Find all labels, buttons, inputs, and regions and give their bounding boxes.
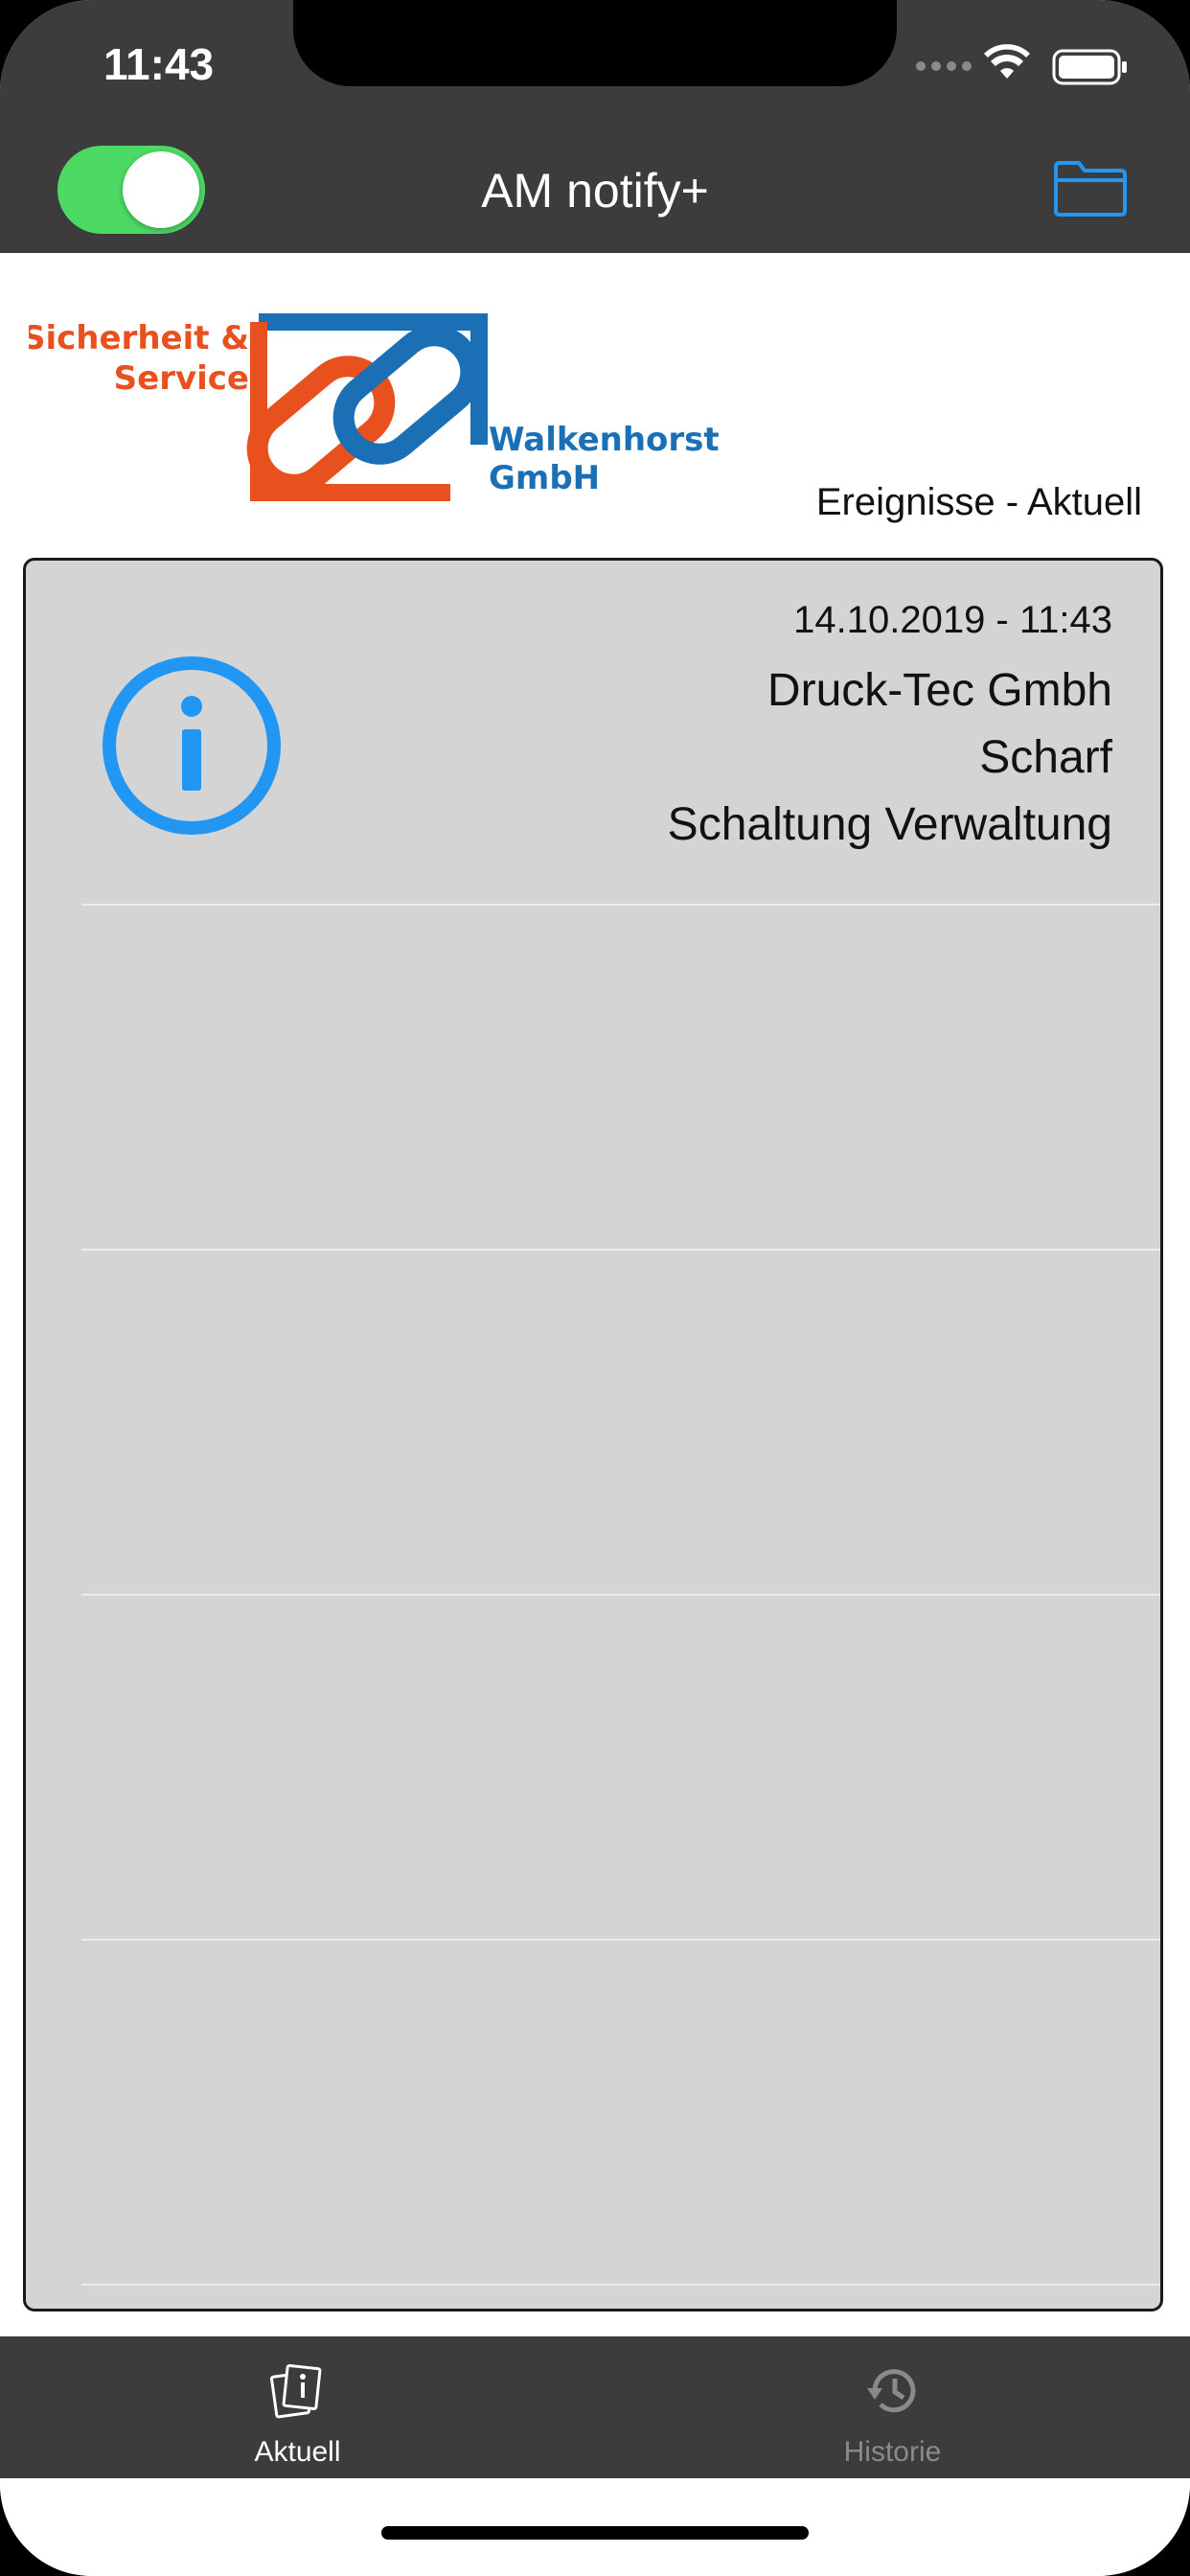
- app-screen: 11:43 AM notify+ Sicherheit & Service Wa…: [0, 0, 1190, 2576]
- logo-text-line2: Service: [114, 359, 249, 398]
- logo-text-line1: Sicherheit &: [29, 319, 249, 357]
- info-icon: [103, 656, 281, 835]
- tab-label-historie: Historie: [843, 2436, 942, 2468]
- history-icon: [867, 2369, 916, 2413]
- tab-label-aktuell: Aktuell: [254, 2436, 341, 2468]
- empty-row: [26, 1941, 1160, 2286]
- empty-row: [26, 906, 1160, 1251]
- logo-text-line3: Walkenhorst: [489, 421, 719, 459]
- event-date: 14.10.2019 - 11:43: [793, 599, 1112, 641]
- event-zone: Schaltung Verwaltung: [667, 799, 1112, 850]
- home-indicator-area: [0, 2478, 1190, 2576]
- notch: [293, 0, 897, 86]
- empty-row: [26, 1251, 1160, 1596]
- row-separator: [81, 2284, 1160, 2286]
- cellular-signal-icon: [916, 61, 972, 71]
- tab-bar: Aktuell Historie: [0, 2336, 1190, 2478]
- empty-row: [26, 1596, 1160, 1941]
- status-time: 11:43: [103, 39, 215, 89]
- folder-icon[interactable]: [1052, 159, 1129, 218]
- tab-historie[interactable]: Historie: [595, 2336, 1190, 2478]
- event-company: Druck-Tec Gmbh: [767, 665, 1112, 716]
- event-row[interactable]: 14.10.2019 - 11:43 Druck-Tec Gmbh Scharf…: [26, 561, 1160, 906]
- home-indicator[interactable]: [381, 2526, 809, 2540]
- navigation-bar: AM notify+: [0, 126, 1190, 253]
- tab-aktuell[interactable]: Aktuell: [0, 2336, 595, 2478]
- notes-icon: [270, 2364, 322, 2419]
- chain-link-icon: [246, 313, 488, 501]
- events-list: 14.10.2019 - 11:43 Druck-Tec Gmbh Scharf…: [23, 558, 1163, 2312]
- battery-icon: [1052, 49, 1127, 85]
- wifi-icon: [984, 44, 1030, 79]
- section-subtitle: Ereignisse - Aktuell: [815, 481, 1142, 523]
- status-bar: 11:43: [0, 0, 1190, 126]
- nav-title: AM notify+: [481, 164, 709, 218]
- event-state: Scharf: [979, 732, 1112, 783]
- company-logo: Sicherheit & Service Walkenhorst GmbH: [22, 310, 720, 502]
- logo-text-line4: GmbH: [489, 459, 600, 497]
